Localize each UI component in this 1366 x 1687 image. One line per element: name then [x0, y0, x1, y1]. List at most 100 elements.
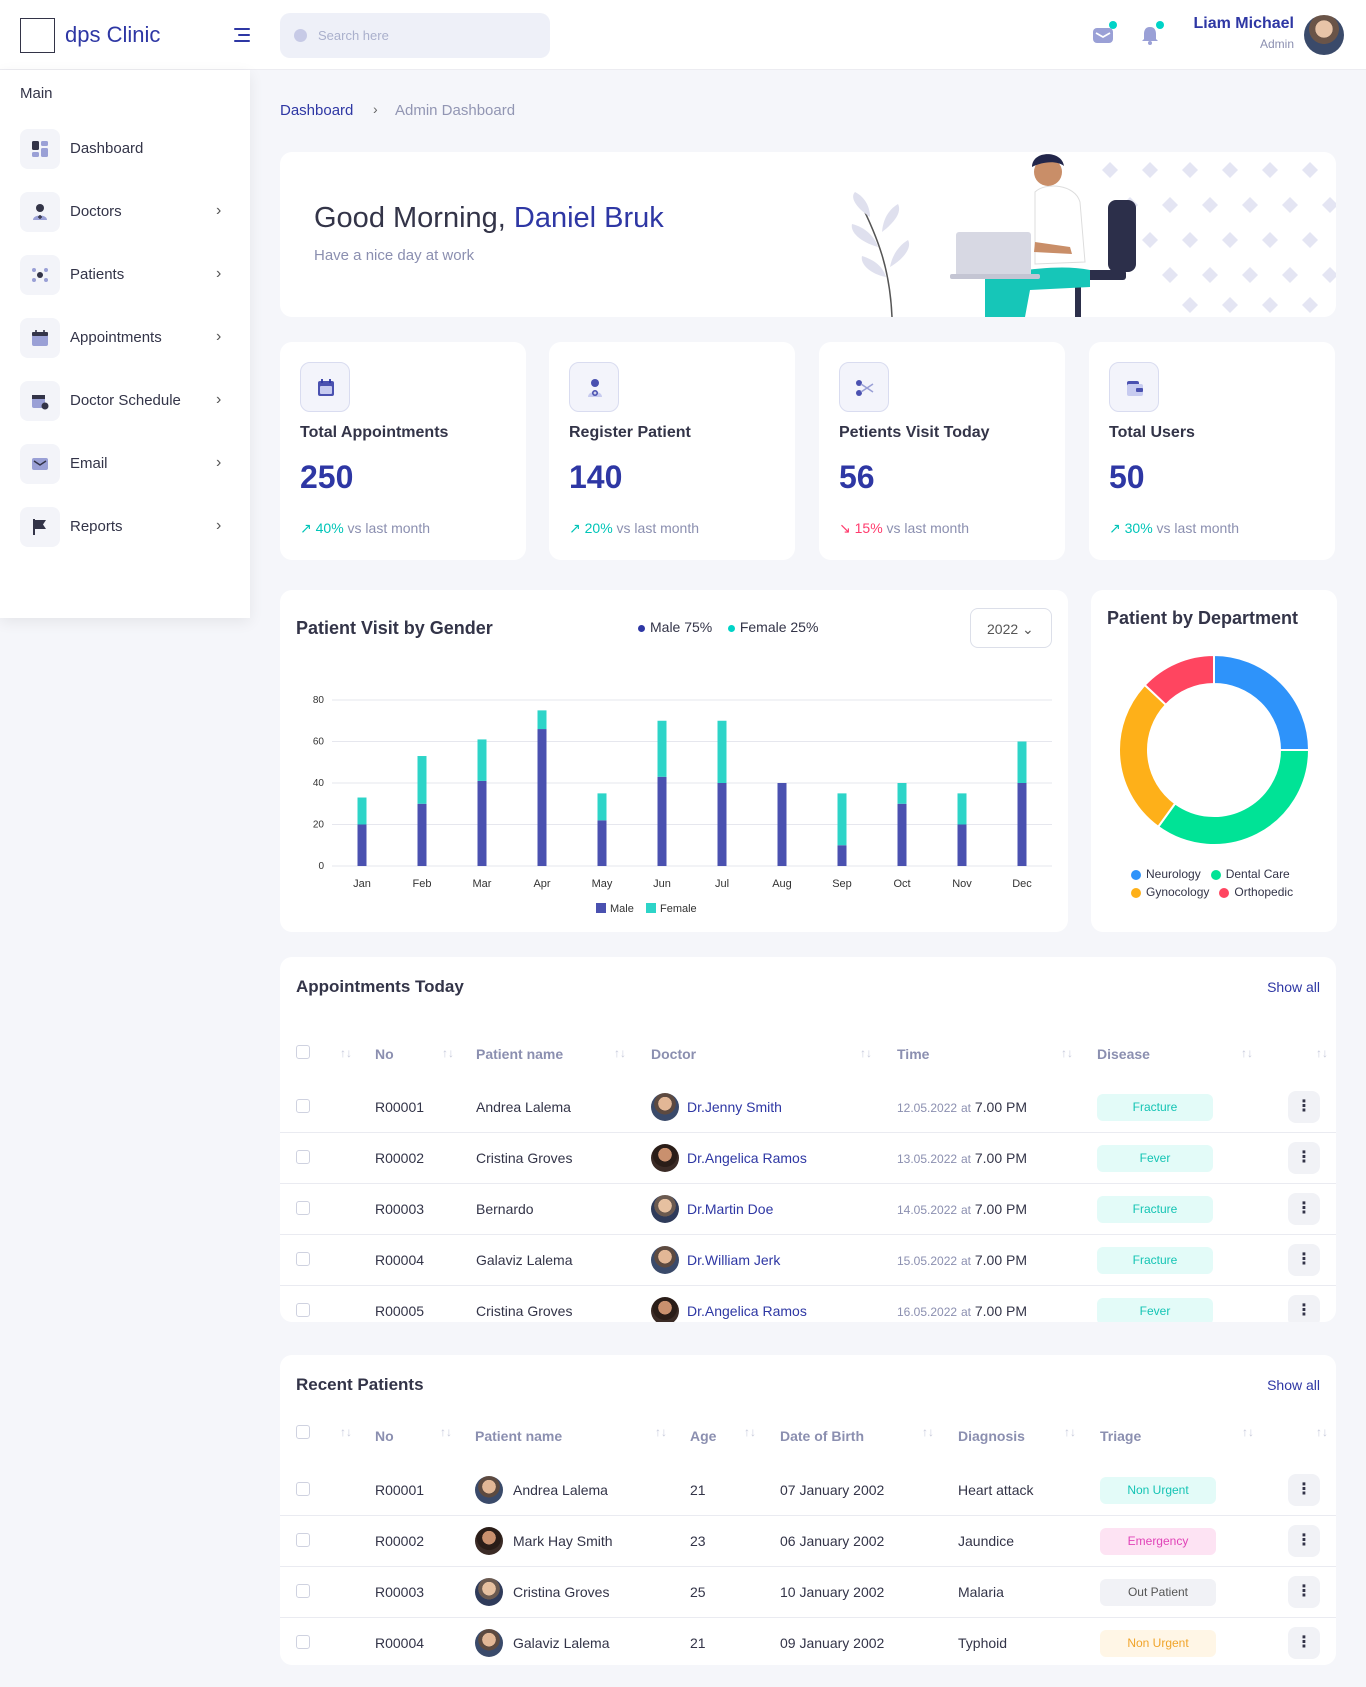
patient-name: Galaviz Lalema: [476, 1252, 573, 1268]
sidebar-item-doctor-schedule[interactable]: Doctor Schedule ›: [20, 380, 230, 422]
legend-label: Dental Care: [1225, 867, 1290, 881]
sort-icon[interactable]: ↑↓: [922, 1425, 934, 1439]
row-checkbox[interactable]: [296, 1303, 310, 1317]
appointment-hour: 7.00 PM: [974, 1252, 1027, 1268]
y-tick-label: 40: [313, 778, 325, 789]
sort-icon[interactable]: ↑↓: [1061, 1046, 1073, 1060]
mail-notification-icon[interactable]: [1091, 21, 1117, 46]
bar-female: [477, 739, 487, 781]
triage-badge: Non Urgent: [1100, 1477, 1216, 1504]
menu-toggle-icon[interactable]: [230, 26, 250, 44]
breadcrumb-root[interactable]: Dashboard: [280, 102, 353, 119]
sidebar-item-doctors[interactable]: Doctors ›: [20, 191, 230, 233]
appointment-at: at: [960, 1203, 971, 1217]
sort-icon[interactable]: ↑↓: [1064, 1425, 1076, 1439]
row-checkbox[interactable]: [296, 1584, 310, 1598]
search-icon: [294, 29, 307, 42]
sort-icon[interactable]: ↑↓: [340, 1425, 352, 1439]
sidebar-item-email[interactable]: Email ›: [20, 443, 230, 485]
sidebar-item-reports[interactable]: Reports ›: [20, 506, 230, 548]
sort-icon[interactable]: ↑↓: [860, 1046, 872, 1060]
sort-icon[interactable]: ↑↓: [614, 1046, 626, 1060]
patient-no: R00001: [375, 1482, 425, 1498]
row-checkbox[interactable]: [296, 1482, 310, 1496]
more-actions-icon[interactable]: ⋮: [1288, 1091, 1320, 1123]
user-name[interactable]: Liam Michael: [1194, 15, 1294, 33]
more-actions-icon[interactable]: ⋮: [1288, 1295, 1320, 1322]
sort-icon[interactable]: ↑↓: [655, 1425, 667, 1439]
sort-icon[interactable]: ↑↓: [1316, 1425, 1328, 1439]
doctor-link[interactable]: Dr.Angelica Ramos: [687, 1303, 807, 1319]
legend-label: Neurology: [1146, 867, 1201, 881]
sidebar-item-appointments[interactable]: Appointments ›: [20, 317, 230, 359]
sidebar-item-patients[interactable]: Patients ›: [20, 254, 230, 296]
bar-male: [1017, 783, 1027, 866]
more-actions-icon[interactable]: ⋮: [1288, 1193, 1320, 1225]
appointment-hour: 7.00 PM: [974, 1303, 1027, 1319]
trend-up-icon: ↗: [1109, 520, 1125, 536]
select-all-checkbox[interactable]: [296, 1425, 310, 1439]
bar-male: [477, 780, 487, 866]
sort-icon[interactable]: ↑↓: [1241, 1046, 1253, 1060]
doctor-link[interactable]: Dr.William Jerk: [687, 1252, 780, 1268]
patient-no: R00002: [375, 1533, 425, 1549]
show-all-link[interactable]: Show all: [1267, 1377, 1320, 1393]
y-tick-label: 80: [313, 695, 325, 706]
sort-icon[interactable]: ↑↓: [1316, 1046, 1328, 1060]
sort-icon[interactable]: ↑↓: [744, 1425, 756, 1439]
appointment-time: 13.05.2022 at 7.00 PM: [897, 1150, 1027, 1166]
row-checkbox[interactable]: [296, 1635, 310, 1649]
row-checkbox[interactable]: [296, 1201, 310, 1215]
doctor-link[interactable]: Dr.Angelica Ramos: [687, 1150, 807, 1166]
appointment-at: at: [960, 1152, 971, 1166]
disease-badge: Fracture: [1097, 1094, 1213, 1121]
sort-icon[interactable]: ↑↓: [1242, 1425, 1254, 1439]
row-checkbox[interactable]: [296, 1533, 310, 1547]
app-name: dps Clinic: [65, 22, 161, 47]
appointment-time: 12.05.2022 at 7.00 PM: [897, 1099, 1027, 1115]
more-actions-icon[interactable]: ⋮: [1288, 1576, 1320, 1608]
more-actions-icon[interactable]: ⋮: [1288, 1244, 1320, 1276]
recent-patients-table: Recent Patients Show all ↑↓ No ↑↓ Patien…: [280, 1355, 1336, 1665]
doctor-link[interactable]: Dr.Jenny Smith: [687, 1099, 782, 1115]
more-actions-icon[interactable]: ⋮: [1288, 1474, 1320, 1506]
bar-male: [897, 803, 907, 866]
bell-notification-icon[interactable]: [1138, 21, 1164, 46]
chevron-right-icon: ›: [216, 328, 222, 345]
select-all-checkbox[interactable]: [296, 1045, 310, 1059]
doctor-link[interactable]: Dr.Martin Doe: [687, 1201, 773, 1217]
sort-icon[interactable]: ↑↓: [440, 1425, 452, 1439]
donut-legend: Neurology Dental Care Gynocology Orthopedic: [1131, 865, 1331, 901]
sort-icon[interactable]: ↑↓: [340, 1046, 352, 1060]
bar-male: [537, 729, 547, 866]
more-actions-icon[interactable]: ⋮: [1288, 1525, 1320, 1557]
patient-avatar: [475, 1578, 503, 1606]
column-header-no: No: [375, 1428, 394, 1444]
patient-by-department-card: Patient by Department Neurology Dental Ca…: [1091, 590, 1337, 932]
triage-badge: Out Patient: [1100, 1579, 1216, 1606]
row-checkbox[interactable]: [296, 1099, 310, 1113]
x-tick-label: Jan: [353, 878, 371, 890]
patient-name: Mark Hay Smith: [513, 1533, 613, 1549]
stat-card-register-patient: Register Patient 140 ↗ 20% vs last month: [549, 342, 795, 560]
legend-dot: [1210, 869, 1221, 880]
user-avatar[interactable]: [1304, 15, 1344, 55]
stat-trend: ↘ 15% vs last month: [839, 520, 970, 536]
more-actions-icon[interactable]: ⋮: [1288, 1627, 1320, 1659]
year-select[interactable]: 2022 ⌄: [970, 608, 1052, 648]
row-checkbox[interactable]: [296, 1252, 310, 1266]
patient-dob: 09 January 2002: [780, 1635, 885, 1651]
chevron-down-icon: ⌄: [1022, 621, 1034, 637]
more-actions-icon[interactable]: ⋮: [1288, 1142, 1320, 1174]
stat-label: Total Appointments: [300, 424, 449, 441]
bar-female: [357, 797, 367, 825]
search-input[interactable]: [318, 25, 538, 45]
bar-female: [717, 720, 727, 783]
appointment-no: R00004: [375, 1252, 425, 1268]
row-checkbox[interactable]: [296, 1150, 310, 1164]
patient-avatar: [475, 1527, 503, 1555]
sort-icon[interactable]: ↑↓: [442, 1046, 454, 1060]
sidebar-item-dashboard[interactable]: Dashboard: [20, 128, 230, 170]
doctor-avatar: [651, 1246, 679, 1274]
show-all-link[interactable]: Show all: [1267, 979, 1320, 995]
